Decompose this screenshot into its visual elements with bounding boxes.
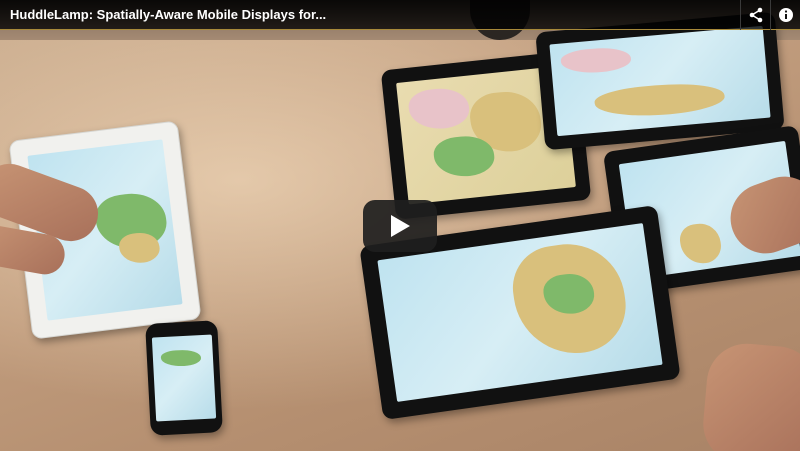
map-screen	[549, 25, 771, 137]
phone	[145, 320, 223, 436]
share-icon	[749, 7, 762, 22]
title-actions	[740, 0, 800, 30]
video-title[interactable]: HuddleLamp: Spatially-Aware Mobile Displ…	[0, 7, 326, 22]
info-button[interactable]	[770, 0, 800, 30]
tablet-top-right	[535, 11, 785, 151]
video-player[interactable]: HuddleLamp: Spatially-Aware Mobile Displ…	[0, 0, 800, 451]
share-button[interactable]	[740, 0, 770, 30]
play-icon	[391, 215, 410, 237]
title-bar: HuddleLamp: Spatially-Aware Mobile Displ…	[0, 0, 800, 30]
info-icon	[778, 7, 793, 22]
play-button[interactable]	[363, 200, 437, 252]
map-screen	[151, 334, 217, 422]
